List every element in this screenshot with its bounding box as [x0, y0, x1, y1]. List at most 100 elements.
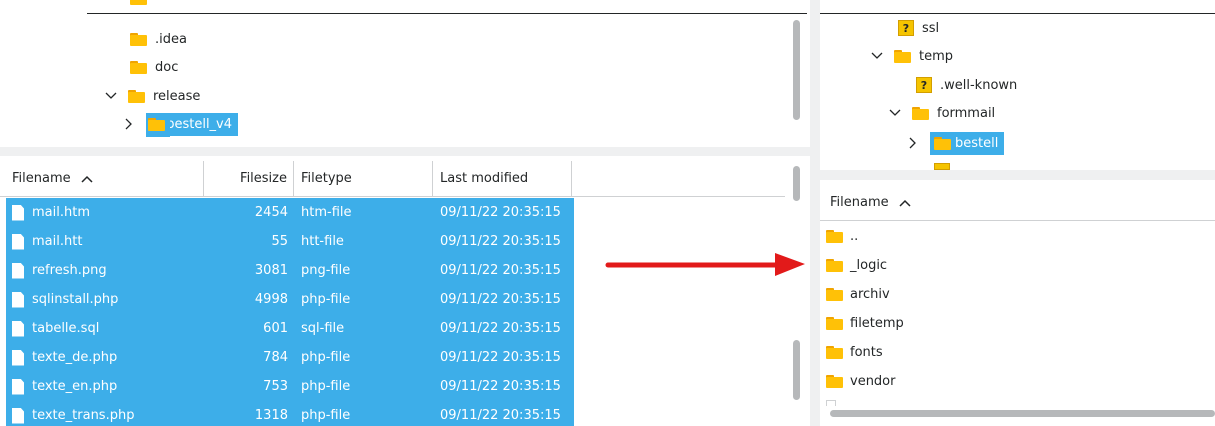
folder-name: _logic	[850, 258, 888, 273]
folder-name: archiv	[850, 287, 890, 302]
file-size: 2454	[254, 205, 288, 220]
folder-icon	[826, 259, 843, 272]
tree-item-doc[interactable]: doc	[130, 54, 182, 80]
file-icon	[12, 233, 24, 250]
file-modified: 09/11/22 20:35:15	[440, 321, 561, 336]
file-list-header: Filename Filesize Filetype Last modified	[0, 161, 785, 197]
file-size: 601	[263, 321, 288, 336]
chevron-down-icon[interactable]	[870, 49, 884, 63]
chevron-down-icon[interactable]	[888, 106, 902, 120]
tree-item-label: doc	[155, 59, 179, 75]
table-row[interactable]: mail.htm 2454 htm-file 09/11/22 20:35:15	[6, 198, 574, 227]
folder-icon	[826, 346, 843, 359]
file-icon	[12, 349, 24, 366]
folder-icon	[130, 60, 147, 74]
list-item[interactable]: filetemp	[826, 309, 904, 338]
tree-vertical-scrollbar[interactable]	[793, 20, 800, 120]
file-icon	[12, 262, 24, 279]
remote-tree-item-ssl[interactable]: ? ssl	[898, 15, 943, 41]
list-item[interactable]: vendor	[826, 367, 895, 396]
tree-item-label: bestell	[955, 135, 999, 151]
column-header-filename[interactable]: Filename	[0, 161, 204, 196]
folder-icon	[934, 136, 951, 150]
folder-name: fonts	[850, 345, 883, 360]
file-type: htt-file	[301, 234, 344, 249]
file-type: php-file	[301, 379, 351, 394]
remote-tree-item-bestell[interactable]: bestell	[906, 130, 1005, 156]
file-size: 55	[271, 234, 288, 249]
list-item[interactable]: archiv	[826, 280, 890, 309]
unknown-type-icon: ?	[898, 20, 914, 36]
tree-item-label: formmail	[937, 105, 996, 121]
local-directory-tree[interactable]: .idea doc release dabestell_v4	[0, 0, 810, 147]
file-name: refresh.png	[32, 263, 107, 278]
file-icon	[12, 291, 24, 308]
table-row[interactable]: texte_de.php 784 php-file 09/11/22 20:35:15	[6, 343, 574, 372]
column-header-filename[interactable]: Filename	[820, 185, 1215, 220]
tree-item-label: .well-known	[940, 77, 1018, 93]
remote-tree-item-well-known[interactable]: ? .well-known	[916, 72, 1021, 98]
column-header-filesize[interactable]: Filesize	[204, 161, 294, 196]
tree-item-dabestell-v4[interactable]: dabestell_v4	[122, 111, 239, 137]
folder-icon	[826, 288, 843, 301]
folder-icon	[128, 89, 145, 103]
file-icon	[12, 407, 24, 424]
folder-icon	[894, 49, 911, 63]
file-type: htm-file	[301, 205, 352, 220]
file-type: php-file	[301, 350, 351, 365]
table-row[interactable]: mail.htt 55 htt-file 09/11/22 20:35:15	[6, 227, 574, 256]
remote-tree-item-formmail[interactable]: formmail	[888, 100, 999, 126]
list-item[interactable]: fonts	[826, 338, 883, 367]
tree-item-label: release	[153, 88, 201, 104]
column-header-filetype[interactable]: Filetype	[294, 161, 433, 196]
file-name: texte_trans.php	[32, 408, 135, 423]
tree-partial-item	[130, 0, 290, 5]
file-name: mail.htt	[32, 234, 83, 249]
table-row[interactable]: tabelle.sql 601 sql-file 09/11/22 20:35:15	[6, 314, 574, 343]
table-row[interactable]: texte_trans.php 1318 php-file 09/11/22 20:3…	[6, 401, 574, 426]
file-type: php-file	[301, 408, 351, 423]
tree-item-idea[interactable]: .idea	[130, 26, 191, 52]
tree-item-release[interactable]: release	[104, 83, 204, 109]
file-size: 1318	[254, 408, 288, 423]
folder-name: vendor	[850, 374, 896, 389]
chevron-right-icon[interactable]	[122, 117, 136, 131]
file-icon	[12, 378, 24, 395]
file-list-vertical-scrollbar-thumb[interactable]	[793, 340, 800, 400]
file-type: sql-file	[301, 321, 345, 336]
file-modified: 09/11/22 20:35:15	[440, 234, 561, 249]
list-item[interactable]: ..	[826, 222, 858, 251]
folder-icon	[912, 106, 929, 120]
table-row[interactable]: refresh.png 3081 png-file 09/11/22 20:35:15	[6, 256, 574, 285]
file-size: 784	[263, 350, 288, 365]
column-header-last-modified[interactable]: Last modified	[433, 161, 572, 196]
file-list-vertical-scrollbar[interactable]	[793, 166, 800, 201]
file-name: mail.htm	[32, 205, 90, 220]
unknown-type-icon	[934, 163, 950, 170]
folder-name: filetemp	[850, 316, 904, 331]
file-modified: 09/11/22 20:35:15	[440, 350, 561, 365]
remote-tree-item-temp[interactable]: temp	[870, 43, 957, 69]
file-size: 4998	[254, 292, 288, 307]
file-size: 753	[263, 379, 288, 394]
remote-file-list-header: Filename	[820, 185, 1215, 221]
table-row[interactable]: texte_en.php 753 php-file 09/11/22 20:35:15	[6, 372, 574, 401]
chevron-up-icon	[899, 199, 911, 207]
file-name: sqlinstall.php	[32, 292, 119, 307]
file-icon	[12, 204, 24, 221]
file-modified: 09/11/22 20:35:15	[440, 379, 561, 394]
table-row[interactable]: sqlinstall.php 4998 php-file 09/11/22 20:35…	[6, 285, 574, 314]
list-item[interactable]: _logic	[826, 251, 887, 280]
folder-name: ..	[850, 229, 859, 244]
chevron-right-icon[interactable]	[906, 136, 920, 150]
tree-item-label: temp	[919, 48, 954, 64]
folder-icon	[826, 230, 843, 243]
partial-file-icon	[826, 400, 836, 406]
file-modified: 09/11/22 20:35:15	[440, 263, 561, 278]
red-arrow-annotation	[605, 253, 805, 276]
remote-horizontal-scrollbar[interactable]	[830, 410, 1215, 417]
file-modified: 09/11/22 20:35:15	[440, 205, 561, 220]
chevron-down-icon[interactable]	[104, 89, 118, 103]
folder-icon	[130, 32, 147, 46]
chevron-up-icon	[81, 175, 93, 183]
